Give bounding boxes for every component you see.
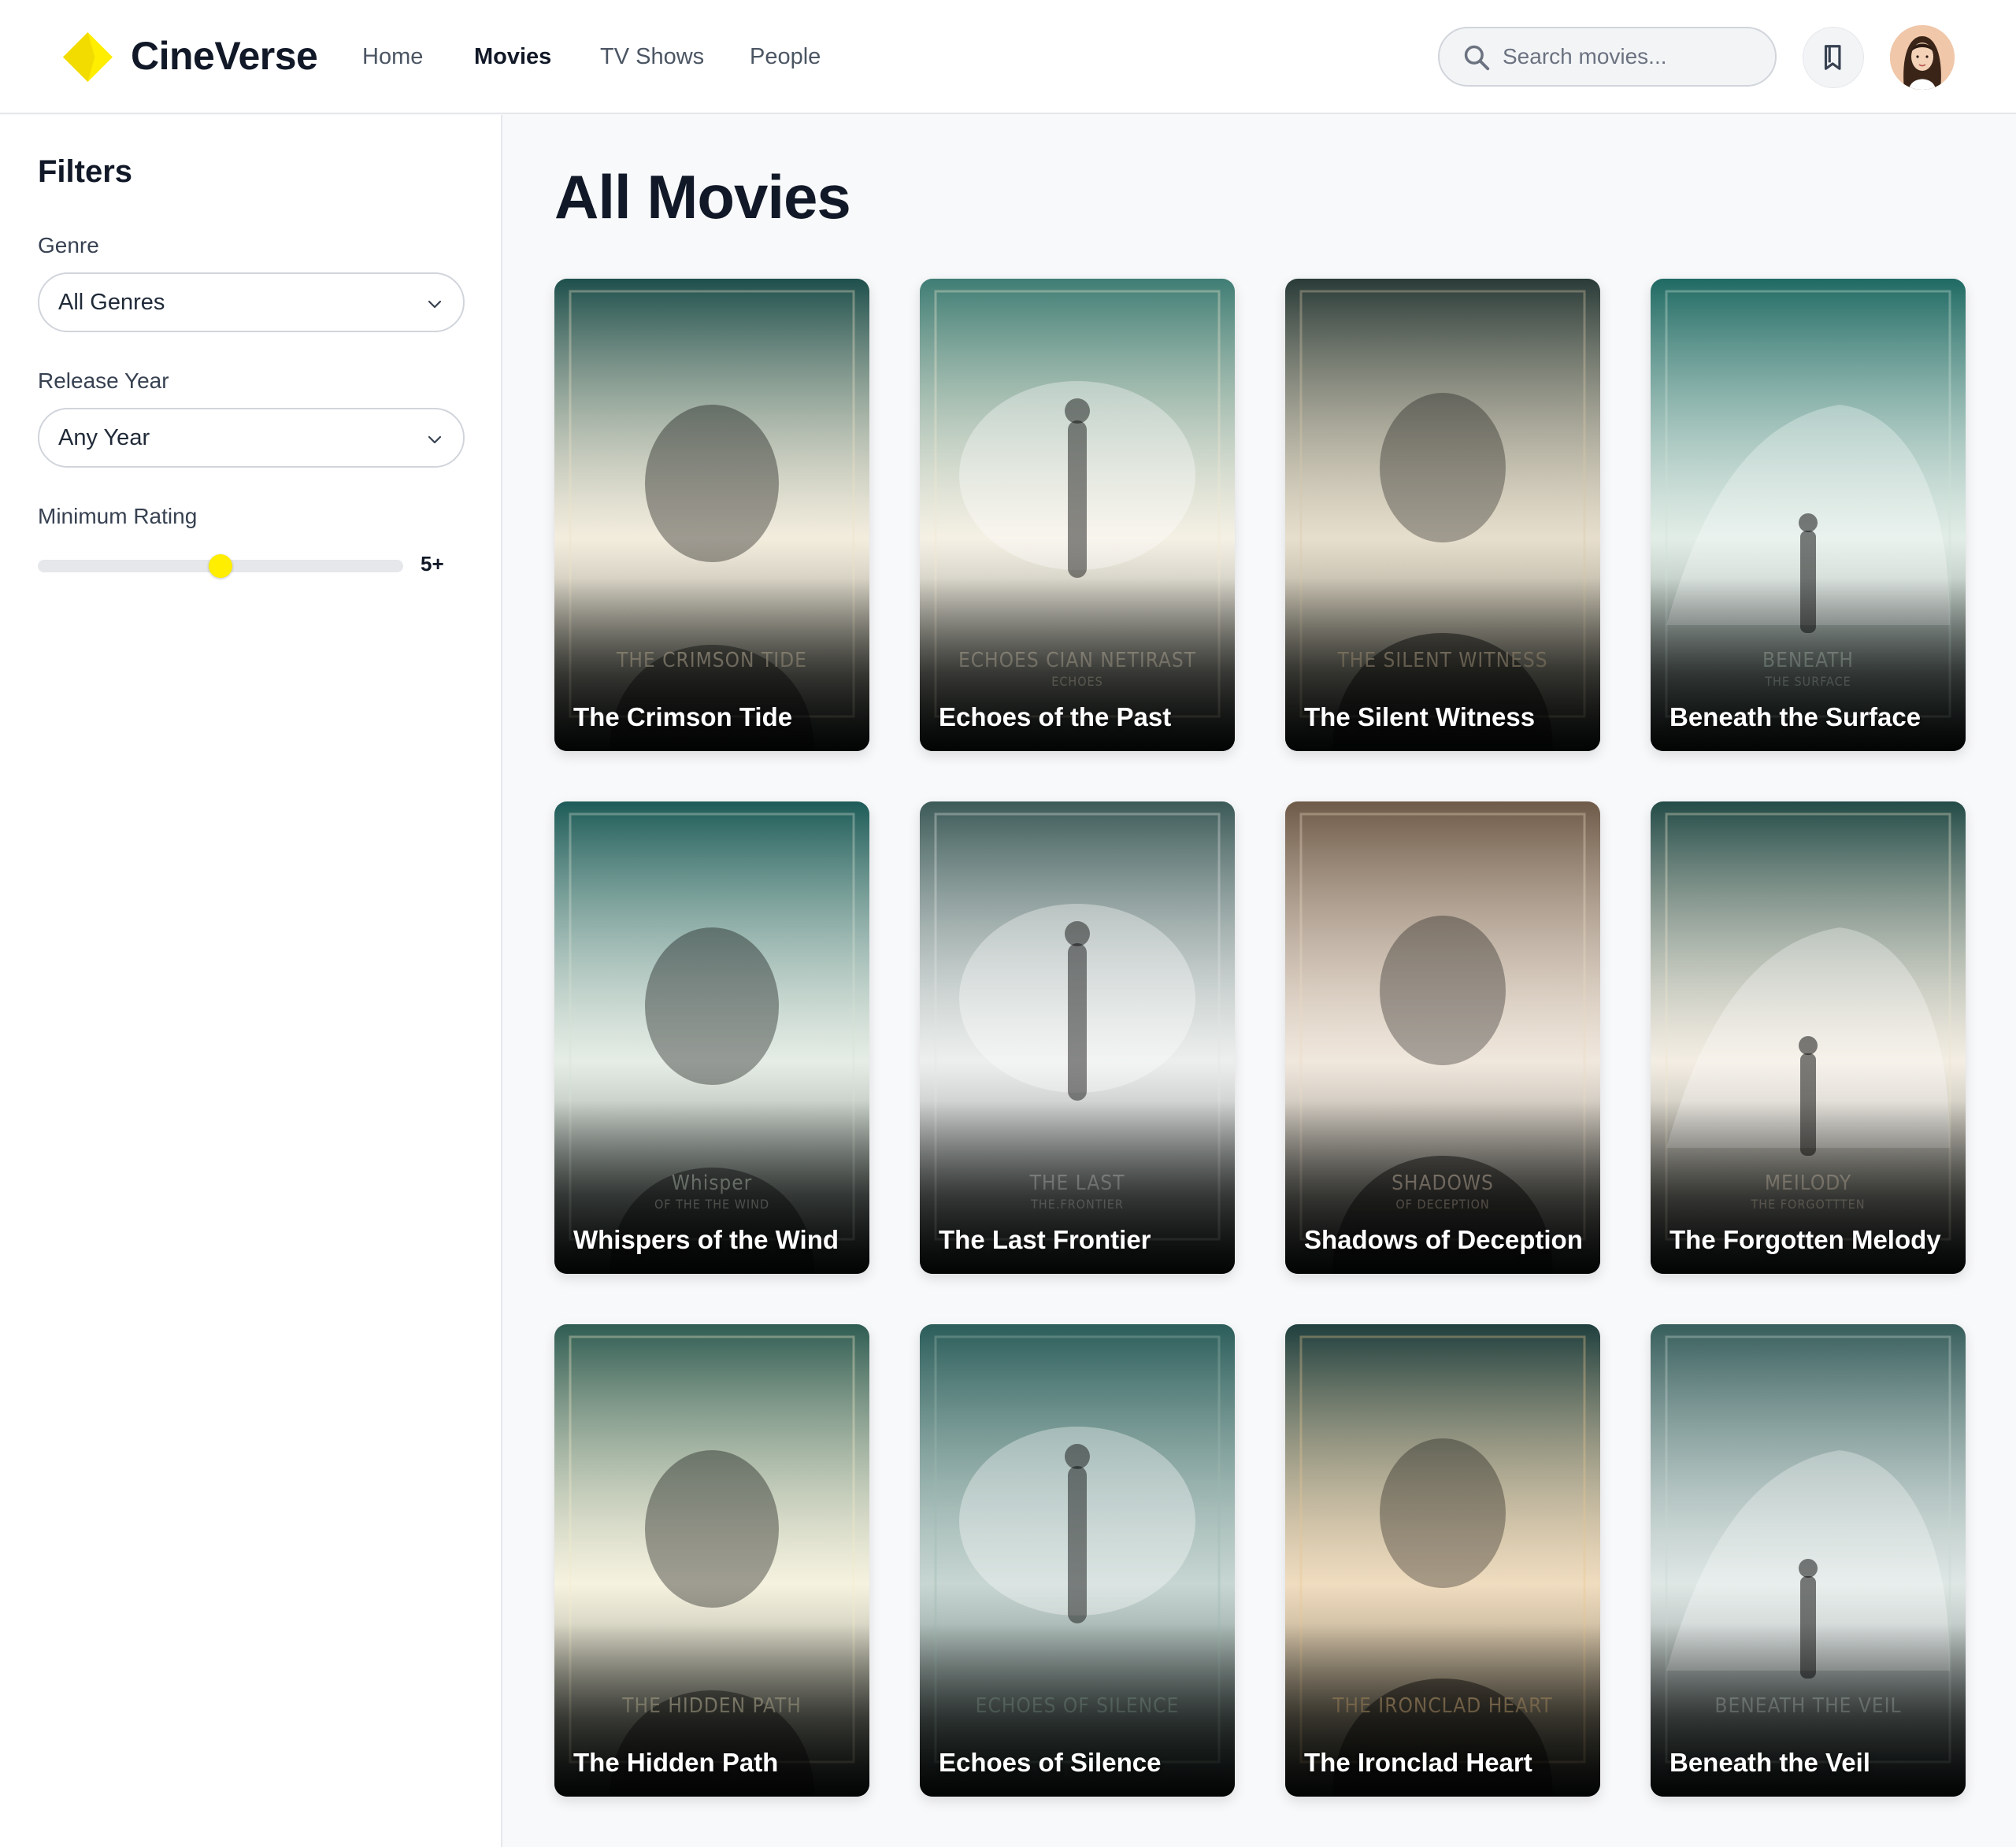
nav-tv-shows[interactable]: TV Shows [600,39,704,74]
chevron-down-icon [428,300,442,309]
movie-card[interactable]: THE HIDDEN PATHThe Hidden Path [554,1324,869,1797]
movie-title: The Ironclad Heart [1304,1748,1532,1777]
genre-select-value: All Genres [58,290,165,315]
movie-title: The Hidden Path [573,1748,779,1777]
release-year-select-value: Any Year [58,425,150,450]
movie-title: Shadows of Deception [1304,1225,1583,1254]
user-avatar[interactable] [1890,25,1955,90]
movie-title: Echoes of Silence [939,1748,1162,1777]
genre-label: Genre [38,233,99,257]
brand-name[interactable]: CineVerse [131,30,318,82]
rating-slider[interactable] [38,554,403,578]
movie-card[interactable]: SHADOWSOF DECEPTIONShadows of Deception [1285,801,1600,1274]
rating-slider-thumb[interactable] [209,554,232,578]
nav-people[interactable]: People [750,39,821,74]
genre-select[interactable]: All Genres [38,272,465,332]
movie-card[interactable]: BENEATH THE VEILBeneath the Veil [1651,1324,1966,1797]
movie-card[interactable]: THE SILENT WITNESSThe Silent Witness [1285,279,1600,751]
minimum-rating-label: Minimum Rating [38,504,198,528]
release-year-select[interactable]: Any Year [38,408,465,468]
search-box[interactable] [1438,27,1777,87]
search-icon [1464,45,1490,71]
movie-card[interactable]: BENEATHTHE SURFACEBeneath the Surface [1651,279,1966,751]
logo-icon[interactable] [62,31,113,83]
movie-title: Beneath the Surface [1670,702,1922,731]
page-title: All Movies [554,162,851,231]
movie-card[interactable]: THE LASTTHE.FRONTIERThe Last Frontier [920,801,1235,1274]
movie-card[interactable]: ECHOES CIAN NETIRASTECHOESEchoes of the … [920,279,1235,751]
movie-card[interactable]: THE IRONCLAD HEARTThe Ironclad Heart [1285,1324,1600,1797]
movie-title: Whispers of the Wind [573,1225,839,1254]
movie-card[interactable]: ECHOES OF SILENCEEchoes of Silence [920,1324,1235,1797]
bookmark-icon [1824,45,1841,70]
rating-value: 5+ [421,552,444,576]
nav-movies[interactable]: Movies [474,39,551,74]
movie-title: The Silent Witness [1304,702,1536,731]
watchlist-button[interactable] [1803,27,1864,88]
movie-title: The Crimson Tide [573,702,793,731]
nav-home[interactable]: Home [362,39,423,74]
movie-card[interactable]: WhisperOF THE THE WINDWhispers of the Wi… [554,801,869,1274]
movie-title: The Last Frontier [939,1225,1151,1254]
filters-title: Filters [38,154,133,189]
release-year-label: Release Year [38,368,169,393]
movie-card[interactable]: MEILODYTHE FORGOTTTENThe Forgotten Melod… [1651,801,1966,1274]
movie-card[interactable]: THE CRIMSON TIDEThe Crimson Tide [554,279,869,751]
filters-sidebar: Filters Genre All Genres Release Year An… [0,115,502,1847]
chevron-down-icon [428,435,442,444]
movie-title: The Forgotten Melody [1670,1225,1941,1254]
top-header: CineVerse Home Movies TV Shows People [0,0,2016,114]
avatar-image [1890,25,1955,90]
search-input[interactable] [1503,39,1762,74]
movie-title: Echoes of the Past [939,702,1172,731]
movie-title: Beneath the Veil [1670,1748,1870,1777]
movie-grid: THE CRIMSON TIDEThe Crimson TideECHOES C… [554,279,1966,1797]
